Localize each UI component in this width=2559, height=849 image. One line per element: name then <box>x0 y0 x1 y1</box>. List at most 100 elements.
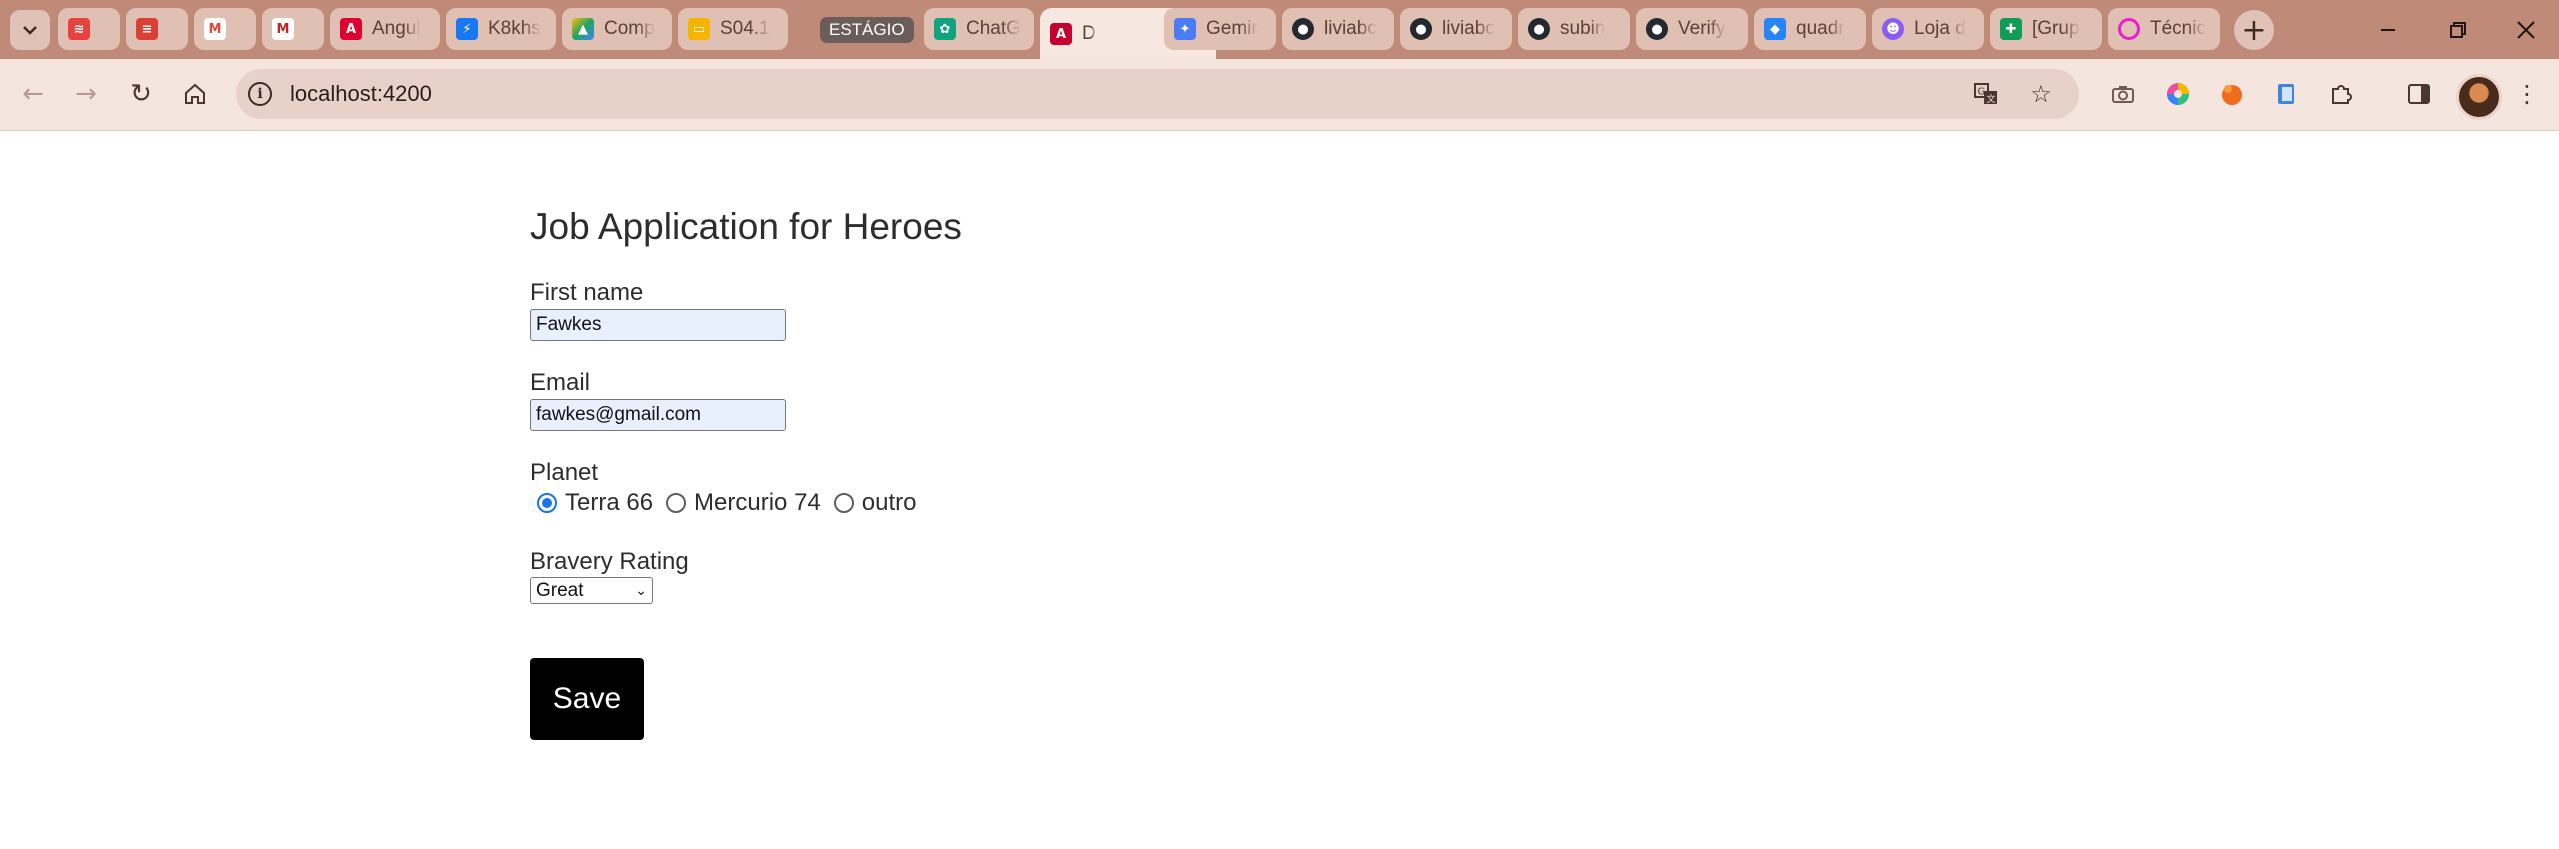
tab-6[interactable]: ⚡ K8khs <box>446 8 556 50</box>
radio-label: Terra 66 <box>565 489 654 516</box>
tab-title: Comp <box>604 18 655 39</box>
tab-title: Técnic <box>2150 18 2206 39</box>
tab-title: Angul <box>372 18 421 39</box>
profile-avatar[interactable] <box>2456 74 2502 120</box>
todoist-icon: ≡ <box>136 18 158 40</box>
restore-icon <box>2450 22 2466 38</box>
back-button[interactable]: ← <box>12 73 54 115</box>
lightning-icon: ⚡ <box>456 18 478 40</box>
tab-title: Verify <box>1678 18 1726 39</box>
svg-text:G: G <box>1978 87 1986 98</box>
planet-label: Planet <box>530 459 599 486</box>
forward-button[interactable]: → <box>65 73 107 115</box>
tab-strip: ≋ ≡ M M A Angul ⚡ K8khs ▲ Comp ▭ S04.1 ESTÁG… <box>0 0 2559 60</box>
select-value: Great <box>536 579 584 601</box>
color-wheel-extension-icon[interactable] <box>2163 79 2193 109</box>
fire-extension-icon[interactable] <box>2217 79 2247 109</box>
plus-icon: + <box>2241 12 2267 48</box>
bravery-rating-label: Bravery Rating <box>530 548 689 575</box>
close-window-button[interactable] <box>2496 10 2556 50</box>
bookmark-star-icon[interactable]: ☆ <box>2026 79 2056 109</box>
browser-toolbar: ← → ↻ i localhost:4200 G文 ☆ ⋮ <box>0 59 2559 131</box>
tab-search-button[interactable] <box>10 10 50 50</box>
form-title: Job Application for Heroes <box>530 206 962 247</box>
home-button[interactable] <box>174 73 216 115</box>
tab-16[interactable]: ◆ quadr <box>1754 8 1866 50</box>
arrow-right-icon: → <box>75 79 97 109</box>
tab-group-chip[interactable]: ESTÁGIO <box>820 17 914 43</box>
tab-title: ChatG <box>966 18 1021 39</box>
save-button[interactable]: Save <box>530 658 644 740</box>
first-name-field[interactable] <box>530 309 786 341</box>
planet-option-terra-66[interactable]: Terra 66 <box>530 489 653 517</box>
tab-9[interactable]: ✿ ChatG <box>924 8 1034 50</box>
chevron-down-icon <box>23 26 37 35</box>
chevron-down-icon: ⌄ <box>635 582 647 599</box>
arrow-left-icon: ← <box>22 79 44 109</box>
translate-icon[interactable]: G文 <box>1971 79 2001 109</box>
tab-1[interactable]: ≋ <box>58 8 120 50</box>
tab-17[interactable]: ☻ Loja d <box>1872 8 1984 50</box>
url-text[interactable]: localhost:4200 <box>290 81 432 107</box>
restore-button[interactable] <box>2428 10 2488 50</box>
planet-radio-group: Terra 66 Mercurio 74 outro <box>530 488 929 518</box>
home-icon <box>185 83 205 104</box>
tab-11[interactable]: ✦ Gemir <box>1164 8 1276 50</box>
tab-8[interactable]: ▭ S04.1 <box>678 8 788 50</box>
side-panel-icon[interactable] <box>2404 79 2434 109</box>
gemini-icon: ✦ <box>1174 18 1196 40</box>
tab-title: liviabc <box>1442 18 1495 39</box>
tab-5[interactable]: A Angul <box>330 8 440 50</box>
flow-icon: ≋ <box>68 18 90 40</box>
gmail-icon: M <box>272 18 294 40</box>
tab-title: [Grup <box>2032 18 2080 39</box>
github-icon: ● <box>1410 18 1432 40</box>
tab-4[interactable]: M <box>262 8 324 50</box>
tab-13[interactable]: ● liviabc <box>1400 8 1512 50</box>
jira-icon: ◆ <box>1764 18 1786 40</box>
first-name-label: First name <box>530 279 644 306</box>
tab-title: S04.1 <box>720 18 770 39</box>
extensions-puzzle-icon[interactable] <box>2326 79 2356 109</box>
tab-2[interactable]: ≡ <box>126 8 188 50</box>
site-info-icon[interactable]: i <box>248 82 272 106</box>
planet-option-outro[interactable]: outro <box>833 489 917 517</box>
reload-icon: ↻ <box>130 79 152 109</box>
radio-unchecked[interactable] <box>666 493 687 513</box>
minimize-button[interactable] <box>2358 10 2418 50</box>
tab-3[interactable]: M <box>194 8 256 50</box>
sheets-icon: ✚ <box>2000 18 2022 40</box>
tab-15[interactable]: ● Verify <box>1636 8 1748 50</box>
camera-extension-icon[interactable] <box>2108 79 2138 109</box>
kebab-menu-icon[interactable]: ⋮ <box>2512 79 2542 109</box>
tab-title: D <box>1082 23 1096 44</box>
radio-label: outro <box>861 489 917 516</box>
tab-19[interactable]: Técnic <box>2108 8 2220 50</box>
email-field[interactable] <box>530 399 786 431</box>
chatgpt-icon: ✿ <box>934 18 956 40</box>
tab-title: quadr <box>1796 18 1845 39</box>
planet-option-mercurio-74[interactable]: Mercurio 74 <box>666 489 821 517</box>
radio-label: Mercurio 74 <box>694 489 821 516</box>
radio-checked[interactable] <box>537 493 557 513</box>
tab-12[interactable]: ● liviabc <box>1282 8 1394 50</box>
google-drive-icon: ▲ <box>572 18 594 40</box>
tab-title: liviabc <box>1324 18 1377 39</box>
gmail-icon: M <box>204 18 226 40</box>
email-label: Email <box>530 369 591 396</box>
tab-18[interactable]: ✚ [Grup <box>1990 8 2102 50</box>
notes-extension-icon[interactable] <box>2272 79 2302 109</box>
address-bar[interactable]: i localhost:4200 G文 ☆ <box>236 69 2079 119</box>
reload-button[interactable]: ↻ <box>120 73 162 115</box>
minimize-icon <box>2381 29 2395 31</box>
new-tab-button[interactable]: + <box>2234 10 2274 50</box>
bravery-rating-select[interactable]: Great ⌄ <box>530 577 653 604</box>
radio-unchecked[interactable] <box>833 493 854 513</box>
github-icon: ● <box>1292 18 1314 40</box>
github-icon: ● <box>1646 18 1668 40</box>
slides-icon: ▭ <box>688 18 710 40</box>
tab-14[interactable]: ● subin <box>1518 8 1630 50</box>
tab-7[interactable]: ▲ Comp <box>562 8 672 50</box>
angular-icon: A <box>340 18 362 40</box>
github-icon: ● <box>1528 18 1550 40</box>
